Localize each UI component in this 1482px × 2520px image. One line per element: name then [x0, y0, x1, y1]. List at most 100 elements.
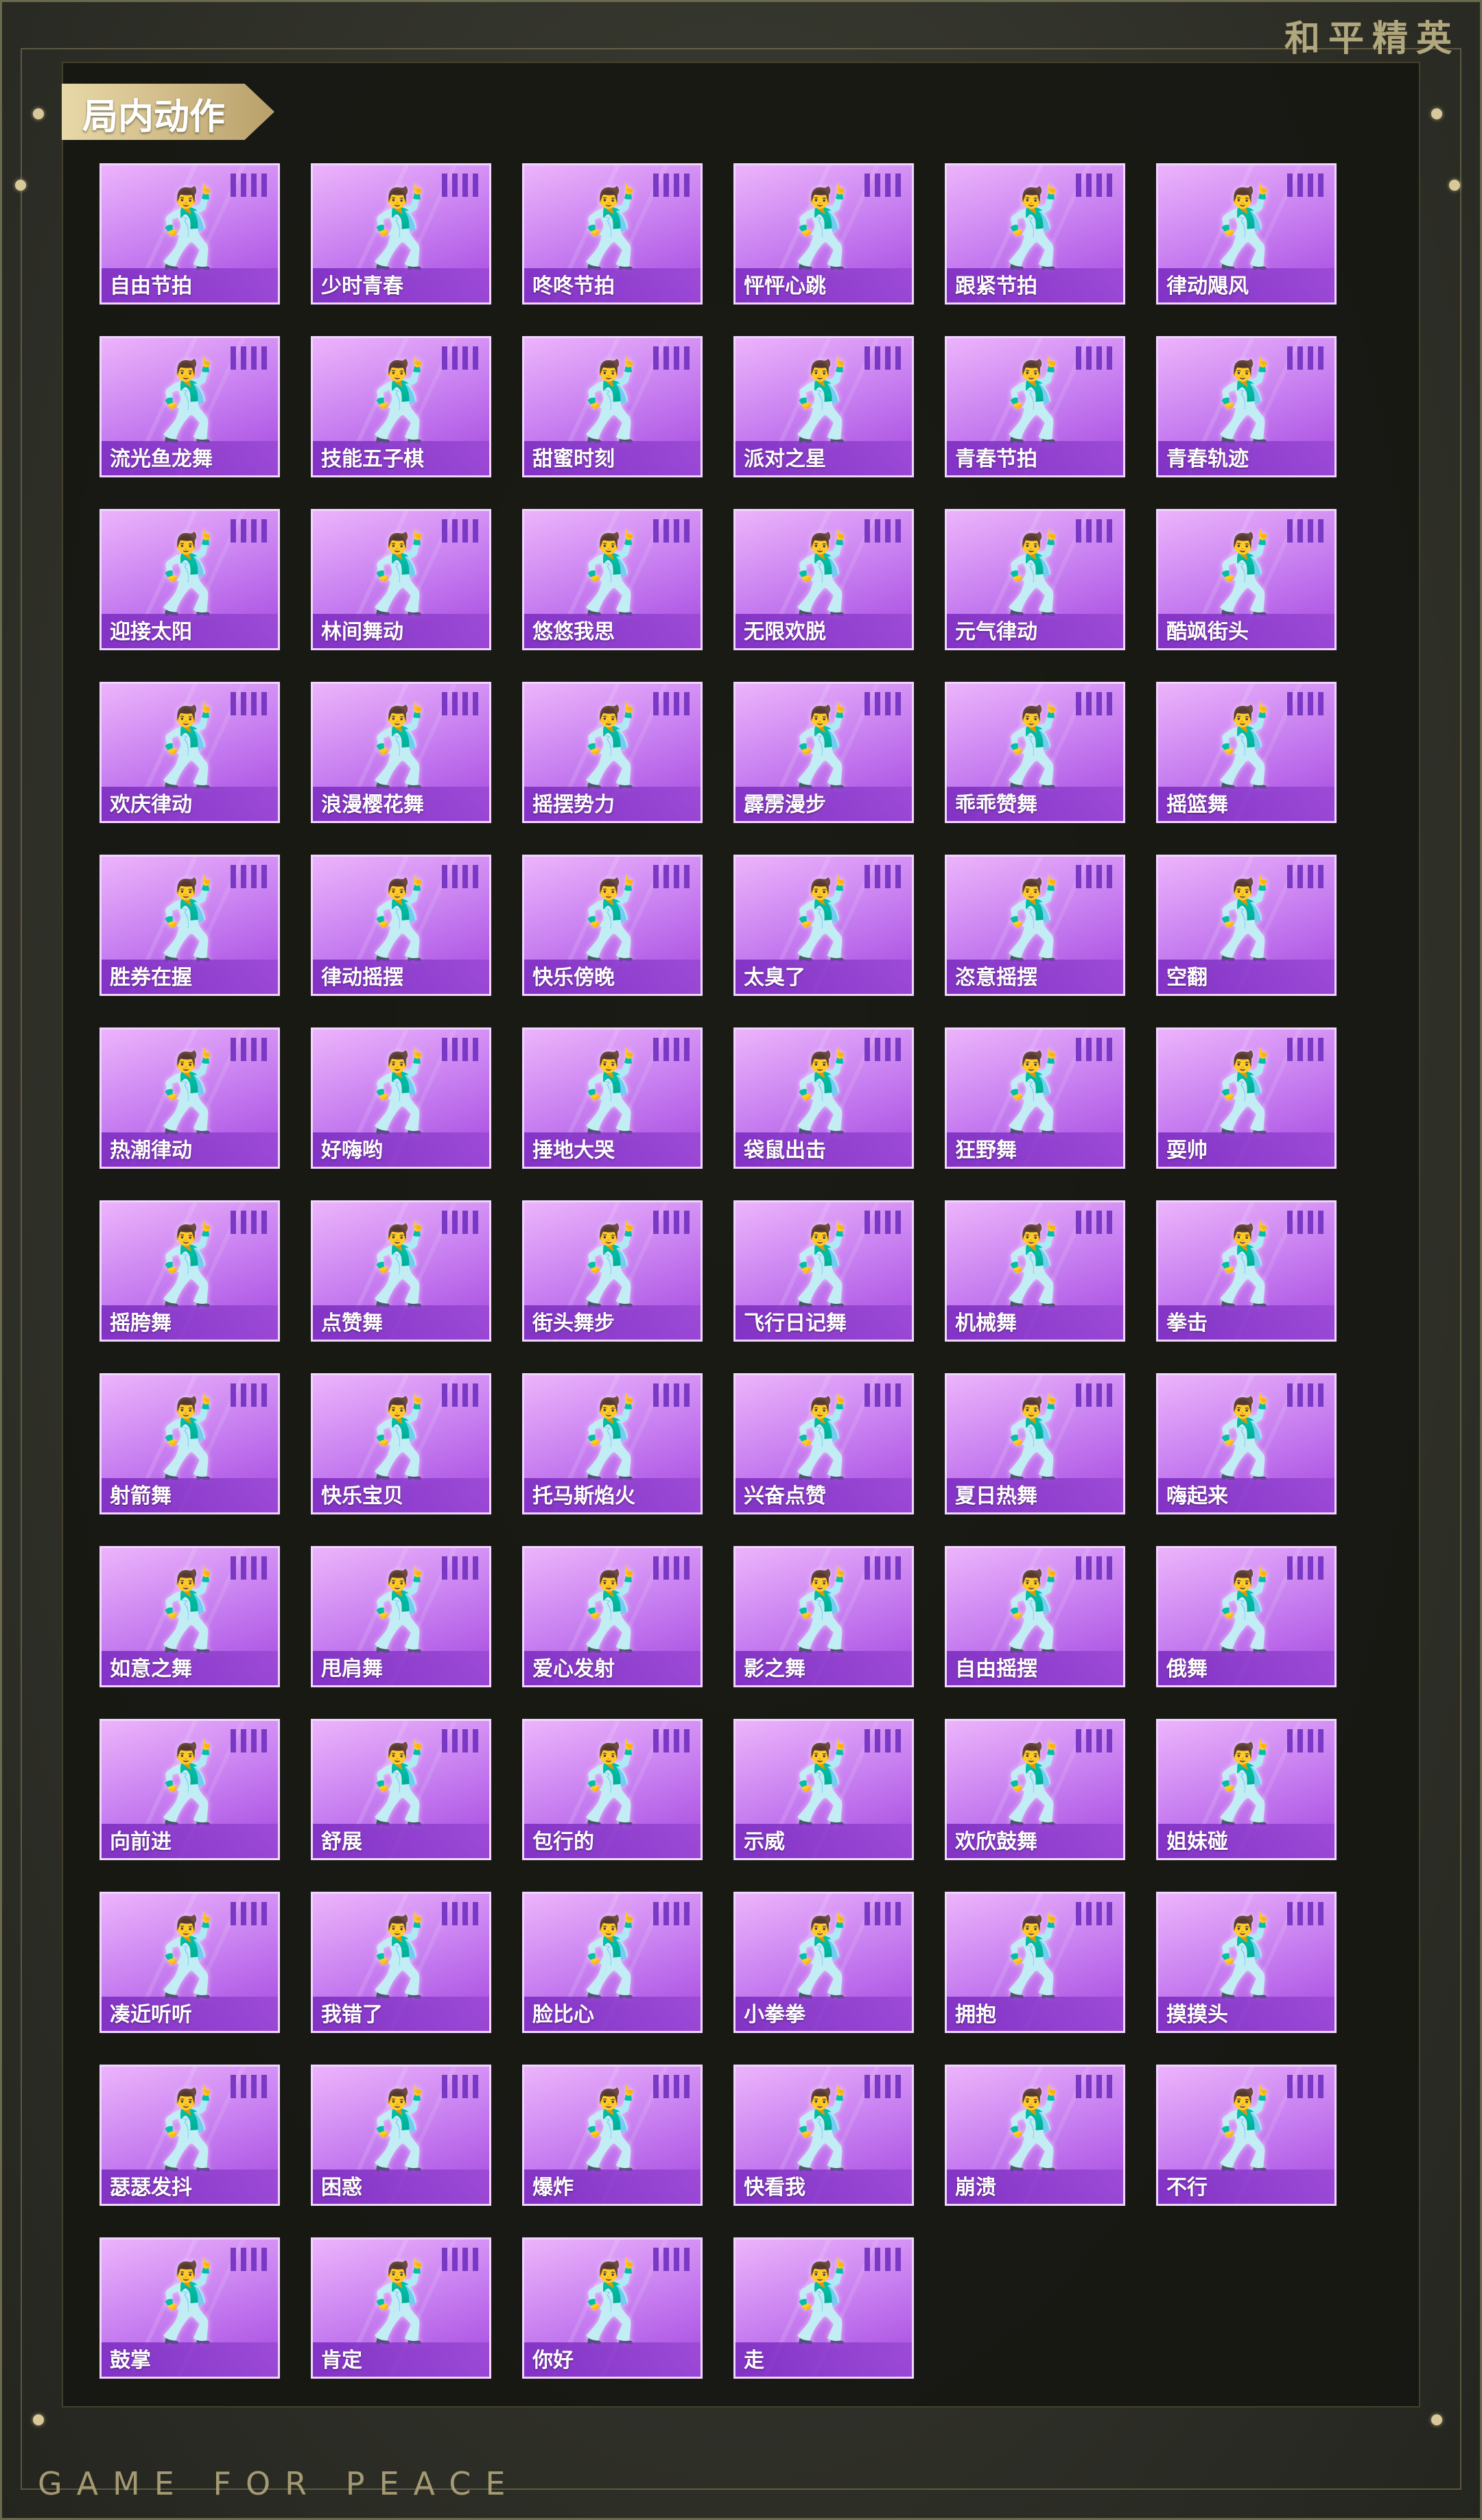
emote-card[interactable]: 🕺 林间舞动 [311, 509, 491, 650]
emote-card[interactable]: 🕺 点赞舞 [311, 1200, 491, 1342]
rarity-bar [241, 865, 246, 888]
emote-card[interactable]: 🕺 技能五子棋 [311, 336, 491, 477]
emote-card[interactable]: 🕺 瑟瑟发抖 [99, 2065, 280, 2206]
emote-card[interactable]: 🕺 困惑 [311, 2065, 491, 2206]
emote-card[interactable]: 🕺 脸比心 [522, 1892, 703, 2033]
emote-card[interactable]: 🕺 嗨起来 [1156, 1373, 1337, 1514]
emote-label: 不行 [1166, 2176, 1208, 2200]
emote-card[interactable]: 🕺 律动飓风 [1156, 163, 1337, 305]
emote-card[interactable]: 🕺 摇篮舞 [1156, 682, 1337, 823]
emote-card[interactable]: 🕺 律动摇摆 [311, 855, 491, 996]
emote-card[interactable]: 🕺 怦怦心跳 [733, 163, 914, 305]
rarity-bar [261, 519, 267, 543]
emote-card[interactable]: 🕺 迎接太阳 [99, 509, 280, 650]
emote-card[interactable]: 🕺 好嗨哟 [311, 1027, 491, 1169]
emote-card[interactable]: 🕺 拥抱 [945, 1892, 1125, 2033]
emote-card[interactable]: 🕺 甩肩舞 [311, 1546, 491, 1687]
emote-card[interactable]: 🕺 街头舞步 [522, 1200, 703, 1342]
emote-card[interactable]: 🕺 耍帅 [1156, 1027, 1337, 1169]
rarity-bar [674, 1038, 679, 1061]
emote-card[interactable]: 🕺 示威 [733, 1719, 914, 1860]
emote-card[interactable]: 🕺 快乐傍晚 [522, 855, 703, 996]
rarity-bar [261, 2075, 267, 2098]
emote-card[interactable]: 🕺 摸摸头 [1156, 1892, 1337, 2033]
emote-card[interactable]: 🕺 崩溃 [945, 2065, 1125, 2206]
emote-card[interactable]: 🕺 咚咚节拍 [522, 163, 703, 305]
emote-card[interactable]: 🕺 元气律动 [945, 509, 1125, 650]
emote-card[interactable]: 🕺 青春轨迹 [1156, 336, 1337, 477]
emote-card[interactable]: 🕺 俄舞 [1156, 1546, 1337, 1687]
emote-card[interactable]: 🕺 姐妹碰 [1156, 1719, 1337, 1860]
emote-card[interactable]: 🕺 走 [733, 2237, 914, 2379]
emote-card[interactable]: 🕺 摇胯舞 [99, 1200, 280, 1342]
emote-card[interactable]: 🕺 如意之舞 [99, 1546, 280, 1687]
emote-card[interactable]: 🕺 爱心发射 [522, 1546, 703, 1687]
emote-card[interactable]: 🕺 甜蜜时刻 [522, 336, 703, 477]
emote-card[interactable]: 🕺 你好 [522, 2237, 703, 2379]
emote-card[interactable]: 🕺 我错了 [311, 1892, 491, 2033]
emote-card[interactable]: 🕺 爆炸 [522, 2065, 703, 2206]
emote-card[interactable]: 🕺 捶地大哭 [522, 1027, 703, 1169]
emote-card[interactable]: 🕺 霹雳漫步 [733, 682, 914, 823]
emote-card[interactable]: 🕺 不行 [1156, 2065, 1337, 2206]
emote-card[interactable]: 🕺 胜券在握 [99, 855, 280, 996]
emote-card[interactable]: 🕺 浪漫樱花舞 [311, 682, 491, 823]
rarity-bar [462, 1729, 468, 1752]
rarity-bar [663, 2075, 669, 2098]
rarity-bar [1086, 519, 1092, 543]
emote-card[interactable]: 🕺 鼓掌 [99, 2237, 280, 2379]
rarity-bar [452, 1729, 458, 1752]
rarity-bar [1096, 346, 1102, 370]
emote-card[interactable]: 🕺 少时青春 [311, 163, 491, 305]
emote-card[interactable]: 🕺 影之舞 [733, 1546, 914, 1687]
dancing-figure-icon: 🕺 [353, 2258, 449, 2347]
emote-card[interactable]: 🕺 热潮律动 [99, 1027, 280, 1169]
emote-card[interactable]: 🕺 乖乖赞舞 [945, 682, 1125, 823]
emote-card[interactable]: 🕺 青春节拍 [945, 336, 1125, 477]
emote-card[interactable]: 🕺 舒展 [311, 1719, 491, 1860]
emote-card[interactable]: 🕺 无限欢脱 [733, 509, 914, 650]
rarity-bar [1107, 692, 1112, 715]
emote-card[interactable]: 🕺 欢欣鼓舞 [945, 1719, 1125, 1860]
emote-card[interactable]: 🕺 流光鱼龙舞 [99, 336, 280, 477]
emote-card[interactable]: 🕺 摇摆势力 [522, 682, 703, 823]
emote-card[interactable]: 🕺 机械舞 [945, 1200, 1125, 1342]
emote-card[interactable]: 🕺 向前进 [99, 1719, 280, 1860]
rarity-bar [674, 1383, 679, 1407]
dancing-figure-icon: 🕺 [775, 1567, 872, 1656]
dancing-figure-icon: 🕺 [353, 702, 449, 792]
emote-card[interactable]: 🕺 恣意摇摆 [945, 855, 1125, 996]
emote-card[interactable]: 🕺 凑近听听 [99, 1892, 280, 2033]
emote-card[interactable]: 🕺 自由摇摆 [945, 1546, 1125, 1687]
emote-card[interactable]: 🕺 肯定 [311, 2237, 491, 2379]
emote-card[interactable]: 🕺 快乐宝贝 [311, 1373, 491, 1514]
emote-card[interactable]: 🕺 飞行日记舞 [733, 1200, 914, 1342]
rarity-bar [473, 2075, 478, 2098]
emote-card[interactable]: 🕺 酷飒街头 [1156, 509, 1337, 650]
rarity-bar [885, 1729, 891, 1752]
emote-card[interactable]: 🕺 拳击 [1156, 1200, 1337, 1342]
emote-card[interactable]: 🕺 袋鼠出击 [733, 1027, 914, 1169]
emote-card[interactable]: 🕺 射箭舞 [99, 1373, 280, 1514]
emote-card[interactable]: 🕺 兴奋点赞 [733, 1373, 914, 1514]
emote-card[interactable]: 🕺 托马斯焰火 [522, 1373, 703, 1514]
rarity-bar [895, 1383, 901, 1407]
emote-card[interactable]: 🕺 派对之星 [733, 336, 914, 477]
emote-card[interactable]: 🕺 空翻 [1156, 855, 1337, 996]
rarity-bar [251, 1902, 257, 1925]
emote-card[interactable]: 🕺 狂野舞 [945, 1027, 1125, 1169]
rarity-bar [1318, 346, 1324, 370]
emote-card[interactable]: 🕺 跟紧节拍 [945, 163, 1125, 305]
dancing-figure-icon: 🕺 [564, 184, 661, 273]
rarity-bar [462, 1038, 468, 1061]
emote-label: 恣意摇摆 [955, 966, 1037, 990]
emote-card[interactable]: 🕺 快看我 [733, 2065, 914, 2206]
emote-card[interactable]: 🕺 夏日热舞 [945, 1373, 1125, 1514]
emote-card[interactable]: 🕺 自由节拍 [99, 163, 280, 305]
emote-card[interactable]: 🕺 太臭了 [733, 855, 914, 996]
emote-card[interactable]: 🕺 欢庆律动 [99, 682, 280, 823]
emote-card[interactable]: 🕺 悠悠我思 [522, 509, 703, 650]
emote-card[interactable]: 🕺 包行的 [522, 1719, 703, 1860]
emote-card[interactable]: 🕺 小拳拳 [733, 1892, 914, 2033]
rarity-bar [1308, 2075, 1313, 2098]
